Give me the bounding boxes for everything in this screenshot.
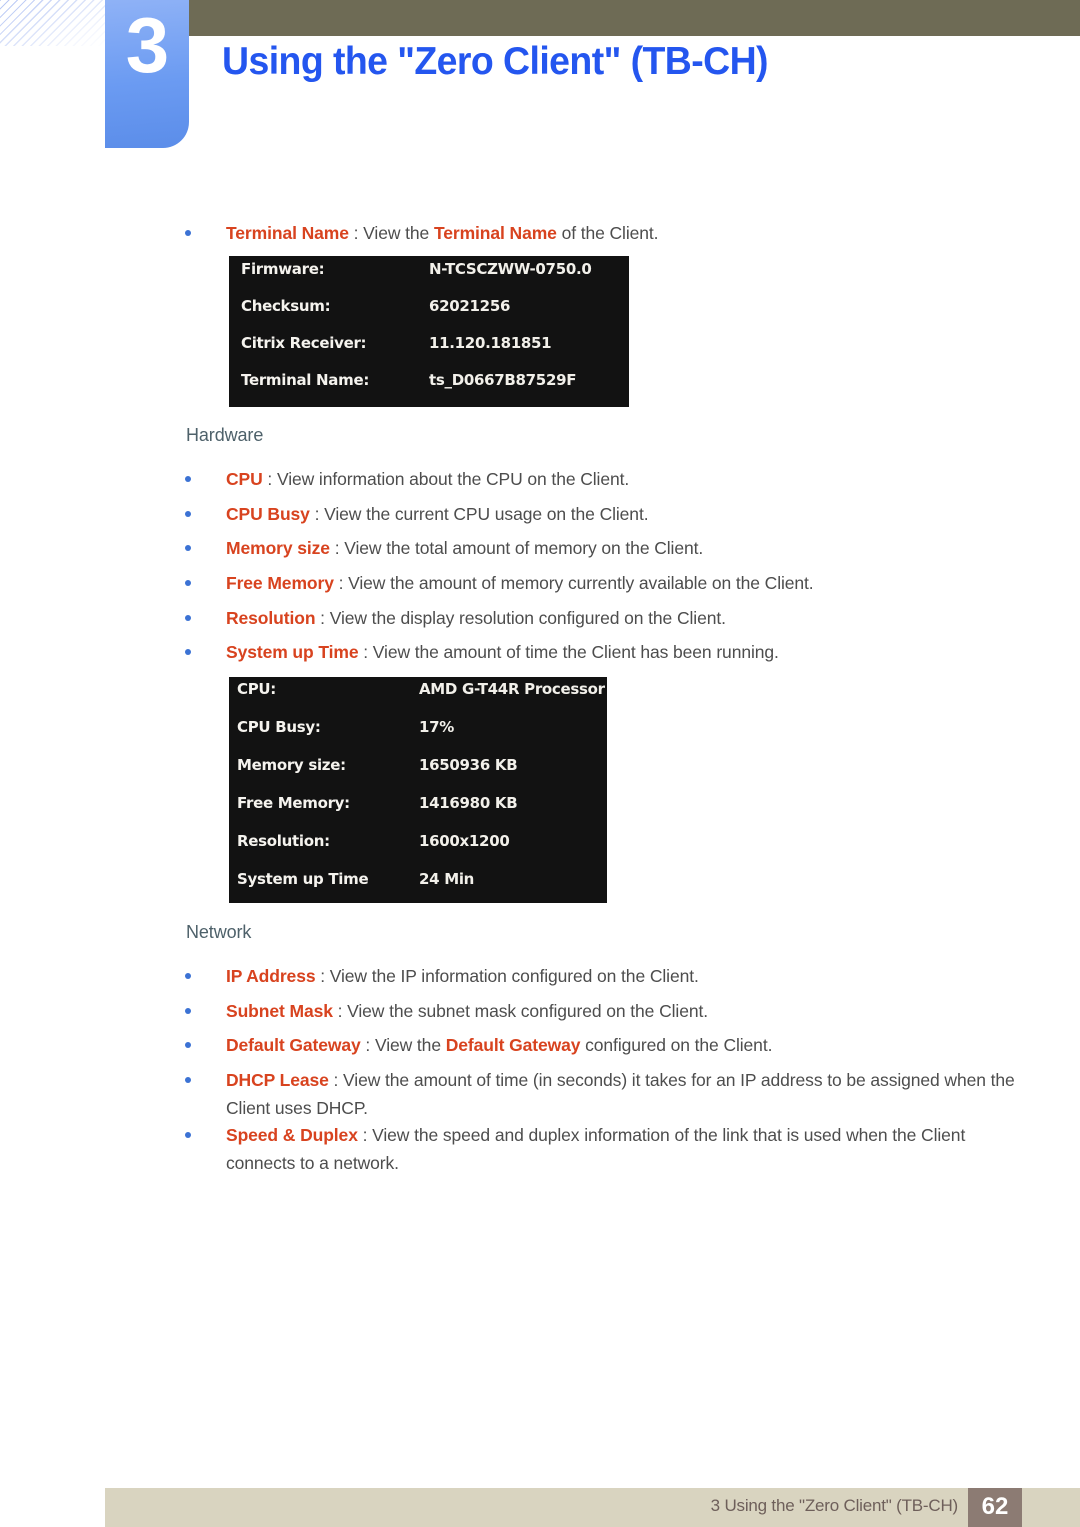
- row-value: ts_D0667B87529F: [429, 371, 577, 389]
- keyword: Subnet Mask: [226, 1001, 333, 1021]
- list-item-text: Subnet Mask : View the subnet mask confi…: [226, 997, 1015, 1025]
- keyword: Terminal Name: [226, 223, 349, 243]
- list-item: System up Time : View the amount of time…: [185, 638, 1015, 666]
- bullet-dot-icon: [185, 476, 191, 482]
- text-segment: of the Client.: [556, 223, 659, 243]
- bullet-dot-icon: [185, 1042, 191, 1048]
- row-value: 1650936 KB: [419, 756, 518, 774]
- list-item-text: CPU : View information about the CPU on …: [226, 465, 1015, 493]
- row-value: 62021256: [429, 297, 511, 315]
- list-item-text: Speed & Duplex : View the speed and dupl…: [226, 1121, 1015, 1177]
- keyword: Default Gateway: [226, 1035, 361, 1055]
- row-label: Free Memory:: [237, 794, 350, 812]
- text-segment: : View the IP information configured on …: [315, 966, 699, 986]
- row-label: CPU Busy:: [237, 718, 321, 736]
- row-value: 17%: [419, 718, 455, 736]
- text-segment: : View the display resolution configured…: [315, 608, 726, 628]
- text-segment: : View the: [360, 1035, 446, 1055]
- keyword: Terminal Name: [433, 223, 557, 243]
- list-item: Memory size : View the total amount of m…: [185, 534, 1015, 562]
- list-item: Default Gateway : View the Default Gatew…: [185, 1031, 1015, 1059]
- list-item-text: Free Memory : View the amount of memory …: [226, 569, 1015, 597]
- section-heading-hardware: Hardware: [186, 425, 264, 445]
- list-item-text: System up Time : View the amount of time…: [226, 638, 1015, 666]
- keyword: CPU Busy: [226, 504, 310, 524]
- bullet-dot-icon: [185, 580, 191, 586]
- list-item-text: Terminal Name : View the Terminal Name o…: [226, 219, 1015, 247]
- text-segment: : View the amount of memory currently av…: [333, 573, 814, 593]
- header-olive-bar: [189, 0, 1080, 36]
- row-label: Resolution:: [237, 832, 330, 850]
- text-segment: : View information about the CPU on the …: [262, 469, 630, 489]
- keyword: Memory size: [226, 538, 330, 558]
- row-label: Citrix Receiver:: [241, 334, 367, 352]
- bullet-dot-icon: [185, 649, 191, 655]
- chapter-number-tab: 3: [105, 0, 189, 148]
- text-segment: configured on the Client.: [580, 1035, 773, 1055]
- text-segment: : View the current CPU usage on the Clie…: [309, 504, 649, 524]
- row-value: 24 Min: [419, 870, 475, 888]
- list-item: Resolution : View the display resolution…: [185, 604, 1015, 632]
- list-item: CPU Busy : View the current CPU usage on…: [185, 500, 1015, 528]
- row-label: System up Time: [237, 870, 369, 888]
- row-label: Memory size:: [237, 756, 346, 774]
- row-label: Firmware:: [241, 260, 325, 278]
- section-heading-network: Network: [186, 922, 252, 942]
- row-value: 11.120.181851: [429, 334, 552, 352]
- chapter-number: 3: [125, 1, 169, 89]
- keyword: Resolution: [226, 608, 316, 628]
- document-page: 3 Using the "Zero Client" (TB-CH) Termin…: [0, 0, 1080, 1527]
- list-item: IP Address : View the IP information con…: [185, 962, 1015, 990]
- list-item-text: Resolution : View the display resolution…: [226, 604, 1015, 632]
- row-value: N-TCSCZWW-0750.0: [429, 260, 592, 278]
- row-value: AMD G-T44R Processor: [419, 680, 605, 698]
- list-item: DHCP Lease : View the amount of time (in…: [185, 1066, 1015, 1122]
- text-segment: : View the amount of time the Client has…: [358, 642, 779, 662]
- list-item-text: DHCP Lease : View the amount of time (in…: [226, 1066, 1015, 1122]
- keyword: DHCP Lease: [226, 1070, 329, 1090]
- row-label: CPU:: [237, 680, 276, 698]
- row-value: 1600x1200: [419, 832, 510, 850]
- bullet-dot-icon: [185, 1132, 191, 1138]
- text-segment: : View the: [348, 223, 434, 243]
- row-label: Checksum:: [241, 297, 331, 315]
- list-item: Terminal Name : View the Terminal Name o…: [185, 219, 1015, 247]
- row-label: Terminal Name:: [241, 371, 370, 389]
- firmware-info-screenshot: Firmware: N-TCSCZWW-0750.0 Checksum: 62021…: [229, 256, 629, 407]
- keyword: Free Memory: [226, 573, 334, 593]
- bullet-dot-icon: [185, 615, 191, 621]
- keyword: Speed & Duplex: [226, 1125, 358, 1145]
- list-item-text: CPU Busy : View the current CPU usage on…: [226, 500, 1015, 528]
- text-segment: : View the subnet mask configured on the…: [332, 1001, 708, 1021]
- list-item: Subnet Mask : View the subnet mask confi…: [185, 997, 1015, 1025]
- page-title: Using the "Zero Client" (TB-CH): [222, 40, 769, 83]
- list-item: CPU : View information about the CPU on …: [185, 465, 1015, 493]
- keyword: System up Time: [226, 642, 359, 662]
- hardware-info-screenshot: CPU: AMD G-T44R Processor CPU Busy: 17% Me…: [229, 677, 607, 903]
- keyword: Default Gateway: [445, 1035, 581, 1055]
- list-item-text: Default Gateway : View the Default Gatew…: [226, 1031, 1015, 1059]
- list-item-text: Memory size : View the total amount of m…: [226, 534, 1015, 562]
- bullet-dot-icon: [185, 973, 191, 979]
- list-item: Speed & Duplex : View the speed and dupl…: [185, 1121, 1015, 1177]
- bullet-dot-icon: [185, 1008, 191, 1014]
- bullet-dot-icon: [185, 230, 191, 236]
- keyword: CPU: [226, 469, 263, 489]
- row-value: 1416980 KB: [419, 794, 518, 812]
- decorative-hatch-pattern: [0, 0, 108, 46]
- text-segment: : View the amount of time (in seconds) i…: [226, 1070, 1015, 1118]
- list-item: Free Memory : View the amount of memory …: [185, 569, 1015, 597]
- keyword: IP Address: [226, 966, 316, 986]
- text-segment: : View the total amount of memory on the…: [329, 538, 704, 558]
- bullet-dot-icon: [185, 545, 191, 551]
- bullet-dot-icon: [185, 511, 191, 517]
- bullet-dot-icon: [185, 1077, 191, 1083]
- footer-chapter-label: 3 Using the "Zero Client" (TB-CH): [710, 1496, 959, 1515]
- page-number: 62: [981, 1493, 1009, 1520]
- list-item-text: IP Address : View the IP information con…: [226, 962, 1015, 990]
